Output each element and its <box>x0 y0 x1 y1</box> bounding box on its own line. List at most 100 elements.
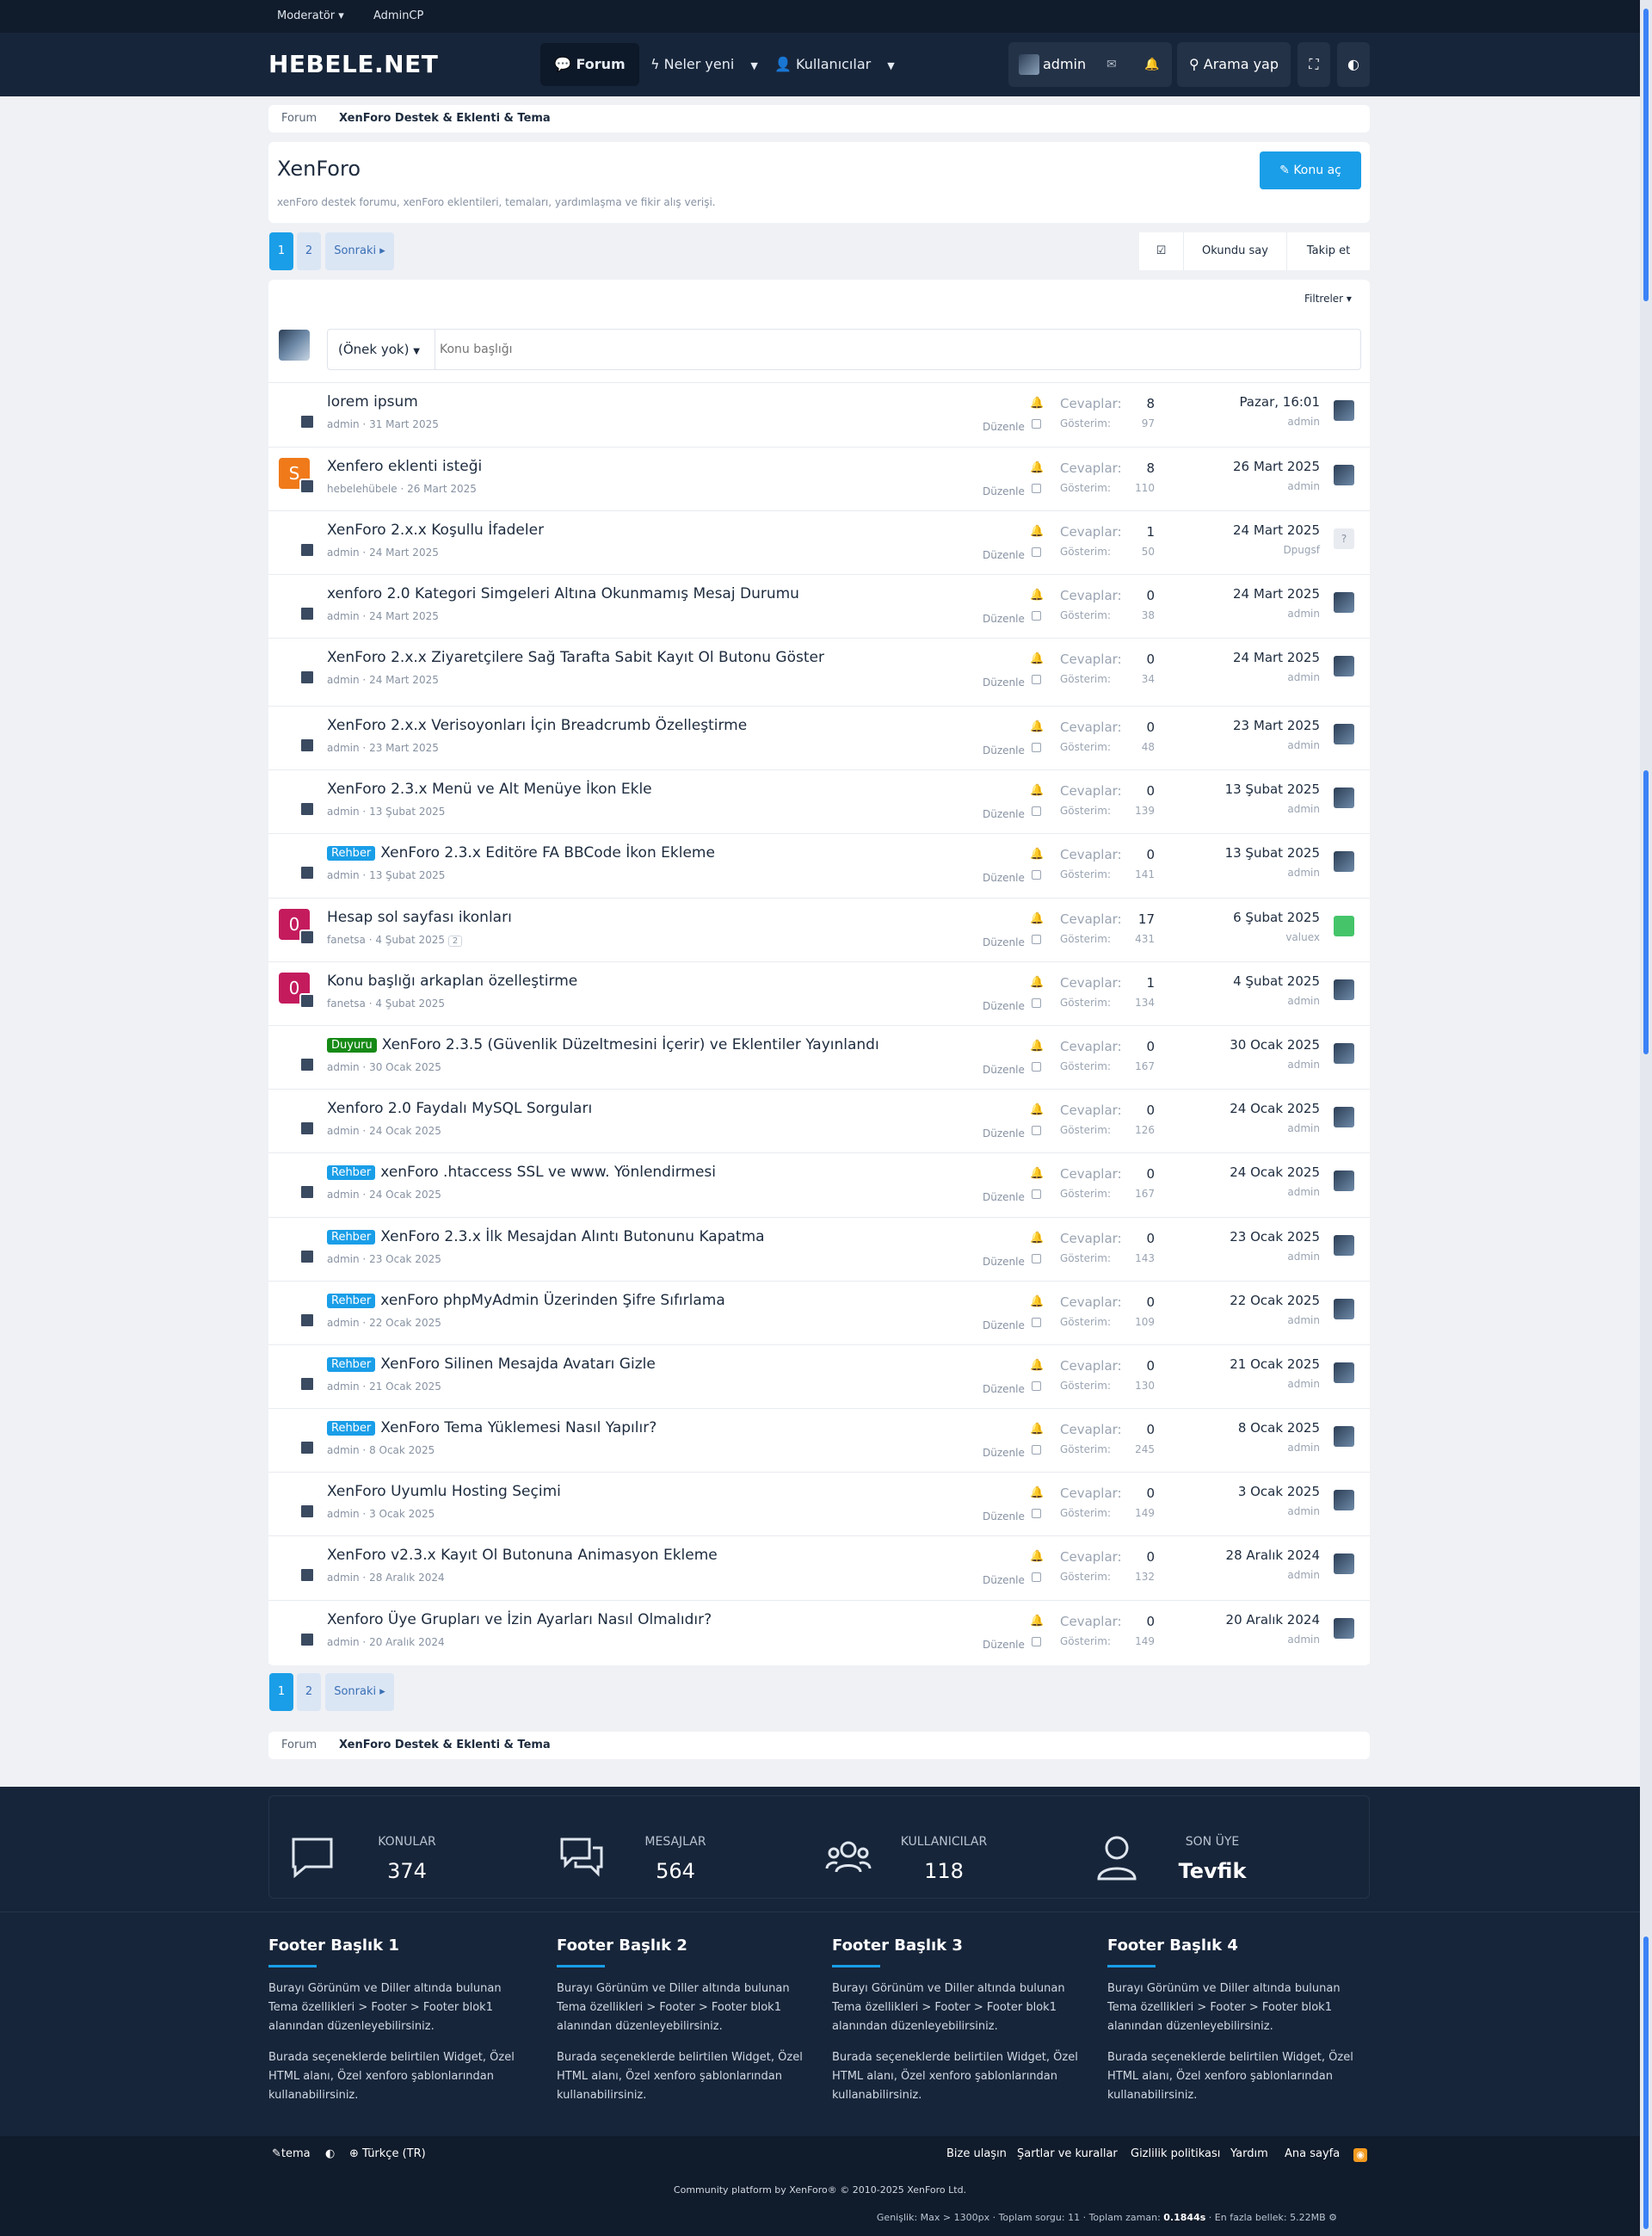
thread-title[interactable]: Xenforo Üye Grupları ve İzin Ayarları Na… <box>327 1611 712 1628</box>
last-post-date[interactable]: 30 Ocak 2025 <box>1230 1037 1320 1053</box>
select-checkbox[interactable] <box>1032 547 1041 557</box>
breadcrumb-root[interactable]: Forum <box>281 112 317 125</box>
last-poster-avatar[interactable] <box>1334 979 1354 1000</box>
thread-date[interactable]: 13 Şubat 2025 <box>369 806 445 818</box>
thread-row[interactable]: 0 Konu başlığı arkaplan özelleştirme fanet… <box>268 961 1370 1025</box>
thread-title[interactable]: lorem ipsum <box>327 393 418 411</box>
thread-row[interactable]: Xenforo Üye Grupları ve İzin Ayarları Na… <box>268 1600 1370 1664</box>
edit-link[interactable]: Düzenle <box>983 872 1025 884</box>
last-poster-avatar[interactable] <box>1334 851 1354 872</box>
select-checkbox[interactable] <box>1032 1318 1041 1327</box>
thread-title-text[interactable]: XenForo 2.x.x Koşullu İfadeler <box>327 522 544 539</box>
copyright[interactable]: Community platform by XenForo® © 2010-20… <box>0 2184 1640 2196</box>
thread-author[interactable]: admin <box>327 1317 360 1329</box>
bell-icon[interactable]: 🔔 <box>1030 976 1044 989</box>
scroll-thumb[interactable] <box>1643 9 1649 301</box>
thread-author[interactable]: admin <box>327 610 360 622</box>
thread-prefix[interactable]: Rehber <box>327 846 376 861</box>
edit-link[interactable]: Düzenle <box>983 808 1025 820</box>
page-1-button[interactable]: 1 <box>269 232 293 270</box>
stat-value[interactable]: Tevfik <box>1161 1859 1264 1883</box>
last-poster[interactable]: admin <box>1287 1505 1320 1517</box>
page-2-button[interactable]: 2 <box>297 1673 321 1711</box>
edit-link[interactable]: Düzenle <box>983 549 1025 561</box>
page-2-button[interactable]: 2 <box>297 232 321 270</box>
thread-title-text[interactable]: Konu başlığı arkaplan özelleştirme <box>327 973 577 990</box>
thread-author[interactable]: admin <box>327 1444 360 1456</box>
thread-row[interactable]: XenForo 2.x.x Ziyaretçilere Sağ Tarafta … <box>268 638 1370 701</box>
thread-title[interactable]: Rehber xenForo .htaccess SSL ve www. Yönl… <box>327 1164 716 1181</box>
chevron-down-icon[interactable]: ▼ <box>750 60 757 71</box>
last-poster[interactable]: admin <box>1287 1314 1320 1326</box>
scroll-thumb[interactable] <box>1643 1936 1649 2229</box>
thread-date[interactable]: 24 Mart 2025 <box>369 547 439 559</box>
last-post-date[interactable]: 23 Mart 2025 <box>1233 718 1320 733</box>
thread-prefix[interactable]: Rehber <box>327 1230 376 1245</box>
last-poster-avatar[interactable] <box>1334 1043 1354 1064</box>
thread-title[interactable]: Hesap sol sayfası ikonları <box>327 909 512 926</box>
select-checkbox[interactable] <box>1032 484 1041 493</box>
thread-date[interactable]: 3 Ocak 2025 <box>369 1508 435 1520</box>
select-checkbox[interactable] <box>1032 1509 1041 1518</box>
thread-title[interactable]: Konu başlığı arkaplan özelleştirme <box>327 973 577 990</box>
last-poster-avatar[interactable] <box>1334 656 1354 676</box>
thread-row[interactable]: xenforo 2.0 Kategori Simgeleri Altına Ok… <box>268 574 1370 638</box>
bell-icon[interactable]: 🔔 <box>1030 1040 1044 1053</box>
tab-whats-new[interactable]: ϟ Neler yeni ▼ <box>637 43 772 86</box>
last-poster[interactable]: Dpugsf <box>1283 544 1320 556</box>
thread-title-text[interactable]: xenForo .htaccess SSL ve www. Yönlendirm… <box>380 1164 716 1181</box>
thread-title[interactable]: Xenfero eklenti isteği <box>327 458 482 475</box>
thread-title[interactable]: Duyuru XenForo 2.3.5 (Güvenlik Düzeltmesi… <box>327 1036 879 1053</box>
thread-row[interactable]: Duyuru XenForo 2.3.5 (Güvenlik Düzeltmesi… <box>268 1025 1370 1089</box>
thread-row[interactable]: XenForo v2.3.x Kayıt Ol Butonuna Animasy… <box>268 1535 1370 1599</box>
search-button[interactable]: ⚲ Arama yap <box>1177 42 1291 87</box>
select-checkbox[interactable] <box>1032 1572 1041 1582</box>
thread-title[interactable]: Rehber xenForo phpMyAdmin Üzerinden Şifre… <box>327 1292 725 1309</box>
last-post-date[interactable]: 24 Mart 2025 <box>1233 522 1320 538</box>
thread-row[interactable]: 0 Hesap sol sayfası ikonları fanetsa · 4 Ş… <box>268 898 1370 961</box>
thread-title[interactable]: XenForo 2.x.x Verisoyonları İçin Breadcr… <box>327 717 747 734</box>
chevron-down-icon[interactable]: ▼ <box>887 60 894 71</box>
last-poster-avatar[interactable]: ? <box>1334 528 1354 549</box>
thread-author[interactable]: admin <box>327 1253 360 1265</box>
last-post-date[interactable]: 21 Ocak 2025 <box>1230 1356 1320 1372</box>
breadcrumb-current[interactable]: XenForo Destek & Eklenti & Tema <box>339 112 551 125</box>
footer-link-home[interactable]: Ana sayfa <box>1285 2147 1340 2160</box>
bell-icon[interactable]: 🔔 <box>1030 1359 1044 1372</box>
edit-link[interactable]: Düzenle <box>983 421 1025 433</box>
thread-row[interactable]: Xenforo 2.0 Faydalı MySQL Sorguları admin… <box>268 1089 1370 1152</box>
thread-date[interactable]: 13 Şubat 2025 <box>369 869 445 881</box>
thread-date[interactable]: 20 Aralık 2024 <box>369 1636 445 1648</box>
thread-title-text[interactable]: XenForo 2.3.x Menü ve Alt Menüye İkon Ek… <box>327 781 652 798</box>
language-chooser[interactable]: ⊕ Türkçe (TR) <box>349 2147 426 2160</box>
edit-link[interactable]: Düzenle <box>983 936 1025 948</box>
thread-date[interactable]: 28 Aralık 2024 <box>369 1572 445 1584</box>
last-post-date[interactable]: 28 Aralık 2024 <box>1226 1547 1320 1563</box>
thread-row[interactable]: XenForo 2.x.x Koşullu İfadeler admin · 24… <box>268 510 1370 574</box>
edit-link[interactable]: Düzenle <box>983 613 1025 625</box>
edit-link[interactable]: Düzenle <box>983 1383 1025 1395</box>
thread-title-text[interactable]: XenForo 2.3.x İlk Mesajdan Alıntı Butonu… <box>380 1228 764 1245</box>
thread-date[interactable]: 8 Ocak 2025 <box>369 1444 435 1456</box>
page-jump-link[interactable]: 2 <box>447 936 463 947</box>
thread-title-text[interactable]: XenForo Tema Yüklemesi Nasıl Yapılır? <box>380 1419 656 1436</box>
edit-link[interactable]: Düzenle <box>983 1191 1025 1203</box>
rss-icon[interactable]: ◉ <box>1353 2148 1367 2162</box>
last-poster-avatar[interactable] <box>1334 1299 1354 1319</box>
thread-title[interactable]: XenForo 2.x.x Ziyaretçilere Sağ Tarafta … <box>327 649 824 666</box>
bell-icon[interactable]: 🔔 <box>1030 720 1044 733</box>
thread-author[interactable]: admin <box>327 418 360 430</box>
edit-link[interactable]: Düzenle <box>983 744 1025 757</box>
thread-date[interactable]: 26 Mart 2025 <box>407 483 477 495</box>
thread-date[interactable]: 30 Ocak 2025 <box>369 1061 441 1073</box>
last-post-date[interactable]: 24 Ocak 2025 <box>1230 1101 1320 1116</box>
thread-title[interactable]: XenForo v2.3.x Kayıt Ol Butonuna Animasy… <box>327 1547 718 1564</box>
thread-author[interactable]: admin <box>327 742 360 754</box>
select-checkbox[interactable] <box>1032 1189 1041 1199</box>
filters-menu[interactable]: Filtreler ▾ <box>1304 293 1352 305</box>
last-poster[interactable]: admin <box>1287 1122 1320 1134</box>
tab-users[interactable]: 👤 Kullanıcılar ▼ <box>761 43 909 86</box>
thread-date[interactable]: 23 Ocak 2025 <box>369 1253 441 1265</box>
select-checkbox[interactable] <box>1032 1381 1041 1391</box>
last-poster-avatar[interactable] <box>1334 400 1354 421</box>
